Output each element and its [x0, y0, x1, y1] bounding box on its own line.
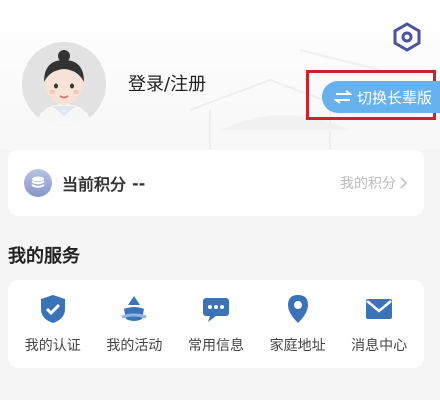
settings-button[interactable]	[392, 20, 422, 54]
service-my-activities[interactable]: 我的活动	[95, 293, 173, 355]
points-coin-icon	[24, 169, 52, 197]
shield-check-icon	[40, 295, 65, 323]
location-pin-icon	[287, 295, 308, 323]
service-label: 我的认证	[24, 338, 81, 354]
switch-elder-mode-label: 切换长辈版	[357, 88, 433, 107]
services-title: 我的服务	[8, 246, 80, 267]
avatar[interactable]	[22, 42, 106, 126]
service-message-center[interactable]: 消息中心	[340, 293, 418, 355]
points-card: 当前积分 -- 我的积分	[8, 150, 424, 216]
mail-icon	[366, 299, 393, 319]
service-label: 我的活动	[106, 338, 163, 354]
points-value: --	[132, 173, 146, 193]
activity-icon	[121, 296, 147, 321]
settings-hexagon-icon	[393, 22, 421, 52]
service-label: 消息中心	[351, 338, 408, 354]
my-points-link[interactable]: 我的积分	[340, 173, 408, 193]
service-label: 家庭地址	[269, 338, 326, 354]
points-label: 当前积分	[62, 175, 127, 194]
service-my-certification[interactable]: 我的认证	[14, 293, 92, 355]
chevron-right-icon	[400, 177, 408, 189]
service-label: 常用信息	[187, 338, 244, 354]
login-register-link[interactable]: 登录/注册	[128, 70, 206, 96]
service-home-address[interactable]: 家庭地址	[259, 293, 337, 355]
switch-elder-mode-button[interactable]: 切换长辈版	[322, 81, 440, 113]
services-card: 我的认证 我的活动 常用信息 家庭地址 消息中心	[8, 280, 424, 368]
info-chat-icon	[202, 298, 229, 322]
default-avatar-icon	[22, 42, 106, 126]
my-points-label: 我的积分	[340, 176, 396, 192]
service-common-info[interactable]: 常用信息	[177, 293, 255, 355]
swap-arrows-icon	[334, 90, 352, 104]
